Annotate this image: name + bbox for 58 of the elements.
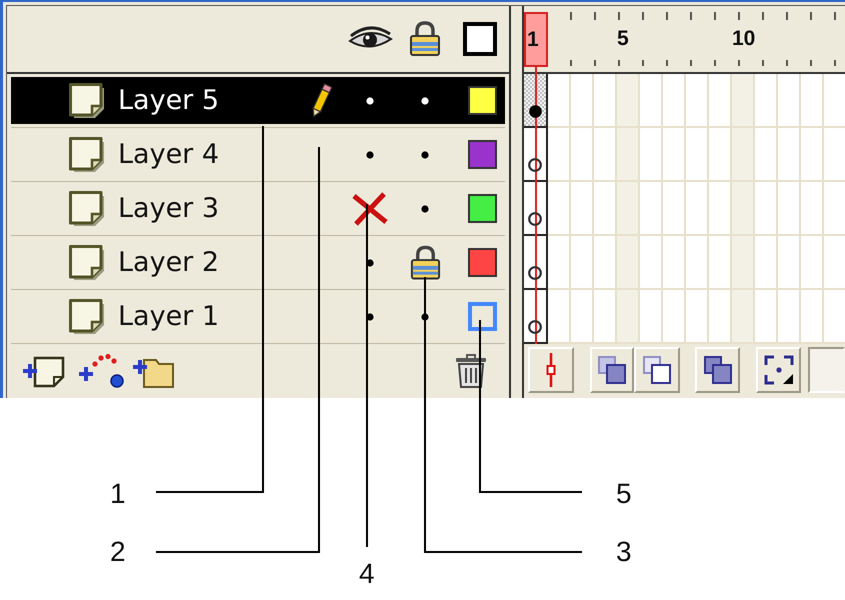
swatch-icon[interactable] [468, 248, 497, 277]
layer-row[interactable]: Layer 2 [11, 236, 505, 290]
layer-name: Layer 4 [118, 138, 220, 170]
page-icon [67, 296, 107, 336]
layer-row[interactable]: Layer 3 [11, 182, 505, 236]
marker-icon [546, 353, 556, 387]
layer-row[interactable]: Layer 4 [11, 128, 505, 182]
onion-markers-button[interactable] [756, 347, 801, 393]
square-outline-icon[interactable] [463, 22, 497, 56]
cross-icon[interactable] [351, 192, 389, 226]
swatch-icon[interactable] [468, 194, 497, 223]
frame-field[interactable] [808, 347, 845, 393]
layer-row[interactable]: Layer 1 [11, 290, 505, 344]
overlapping-squares-icon [598, 356, 626, 384]
keyframe-cell[interactable] [524, 236, 548, 290]
page-icon [67, 80, 107, 120]
edit-multiple-frames-button[interactable] [695, 347, 740, 393]
callout-number: 1 [110, 478, 126, 510]
callout-number: 3 [616, 536, 632, 568]
keyframe-cell[interactable] [524, 290, 548, 344]
playhead[interactable]: 1 [524, 12, 548, 67]
center-frame-button[interactable] [528, 347, 574, 393]
layer-name: Layer 3 [118, 192, 220, 224]
onion-skin-button[interactable] [590, 347, 634, 393]
page-icon [67, 134, 107, 174]
layer-name: Layer 2 [118, 246, 220, 278]
dot-icon[interactable] [421, 312, 429, 320]
swatch-icon[interactable] [468, 86, 497, 115]
frame-number: 10 [732, 26, 756, 52]
dot-icon[interactable] [366, 312, 374, 320]
callout-number: 4 [359, 558, 375, 590]
callout-number: 2 [110, 536, 126, 568]
dot-icon[interactable] [421, 150, 429, 158]
page-icon [67, 242, 107, 282]
panel-splitter[interactable] [509, 6, 524, 398]
onion-outlines-button[interactable] [634, 347, 680, 393]
dot-icon[interactable] [366, 96, 374, 104]
dot-icon[interactable] [366, 258, 374, 266]
layer-name: Layer 5 [118, 84, 220, 116]
stacked-squares-icon [704, 356, 732, 384]
outlined-squares-icon [643, 356, 671, 384]
dot-icon[interactable] [421, 204, 429, 212]
callout-number: 5 [616, 478, 632, 510]
swatch-icon[interactable] [468, 302, 497, 331]
layer-name: Layer 1 [118, 300, 220, 332]
frame-number: 5 [617, 26, 629, 52]
lock-icon[interactable] [408, 21, 442, 57]
swatch-icon[interactable] [468, 140, 497, 169]
dotted-arc-plus-icon[interactable] [78, 353, 125, 389]
keyframe-cell[interactable] [524, 128, 548, 182]
brackets-icon [764, 355, 794, 385]
keyframe-cell[interactable] [524, 74, 548, 128]
layer-row[interactable]: Layer 5 [11, 74, 505, 128]
keyframe-cell[interactable] [524, 182, 548, 236]
page-icon [67, 188, 107, 228]
lock-icon[interactable] [408, 244, 442, 280]
dot-icon[interactable] [421, 96, 429, 104]
dot-icon[interactable] [366, 150, 374, 158]
